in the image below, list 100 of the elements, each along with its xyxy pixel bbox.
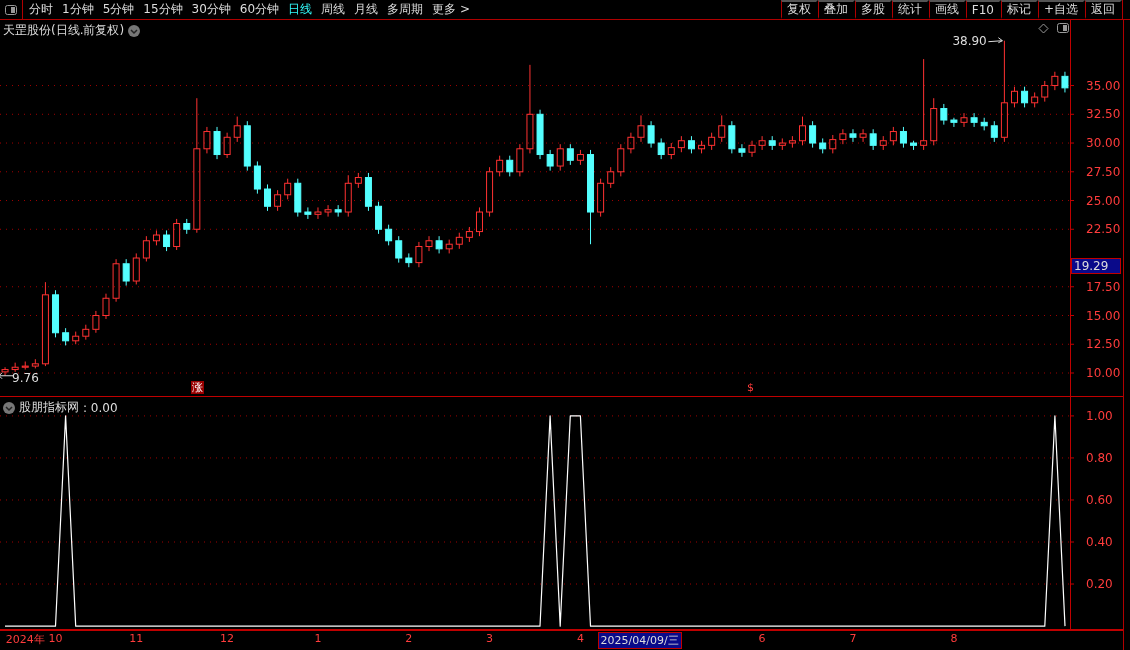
candlestick xyxy=(647,120,655,149)
axis-label: 17.50 xyxy=(1086,279,1121,294)
candlestick xyxy=(223,132,231,159)
candlestick xyxy=(183,218,191,235)
toolbar-button[interactable]: 标记 xyxy=(1000,0,1038,19)
candlestick xyxy=(264,183,271,212)
candlestick xyxy=(940,103,948,126)
period-tab[interactable]: 月线 xyxy=(354,1,379,18)
candlestick xyxy=(687,135,695,154)
candlestick xyxy=(819,137,827,154)
candlestick xyxy=(395,235,403,264)
candlestick xyxy=(1021,86,1029,108)
indicator-title: 股朋指标网 xyxy=(19,399,79,416)
candlestick xyxy=(294,178,302,218)
axis-label: 11 xyxy=(129,632,144,645)
axis-label: 2024年 xyxy=(5,632,45,647)
candlestick xyxy=(960,112,968,128)
period-tab[interactable]: 分时 xyxy=(29,1,53,18)
candlestick xyxy=(708,132,716,151)
axis-label: 0.20 xyxy=(1086,577,1113,592)
axis-label: 0.80 xyxy=(1086,450,1113,465)
period-tab[interactable]: 日线 xyxy=(288,1,313,18)
candlestick xyxy=(274,189,282,212)
chart-title: 天罡股份(日线.前复权) xyxy=(3,22,125,39)
toolbar-button[interactable]: 复权 xyxy=(780,0,818,19)
candlestick xyxy=(829,134,837,154)
candlestick xyxy=(314,206,322,220)
period-tab[interactable]: 周线 xyxy=(321,1,346,18)
candlestick xyxy=(1,366,9,377)
candlestick xyxy=(486,166,494,218)
panel-toggle-icon[interactable] xyxy=(5,4,17,15)
candlestick xyxy=(253,160,261,195)
toolbar-button[interactable]: 统计 xyxy=(891,0,929,19)
candlestick xyxy=(354,172,362,189)
candlestick xyxy=(284,178,292,200)
axis-label: 4 xyxy=(576,632,584,645)
candlestick xyxy=(152,229,160,246)
period-tab[interactable]: 更多 > xyxy=(432,1,470,18)
toolbar-button[interactable]: F10 xyxy=(965,0,1001,19)
chevron-down-icon[interactable] xyxy=(3,401,15,414)
panel-toggle-icon[interactable] xyxy=(1057,23,1069,33)
diamond-icon[interactable] xyxy=(1038,23,1049,34)
candlestick xyxy=(718,114,726,143)
candlestick xyxy=(698,140,706,154)
axis-label: 22.50 xyxy=(1086,222,1121,237)
axis-label: 0.60 xyxy=(1086,492,1113,507)
cursor-date-label: 2025/04/09/三 xyxy=(597,632,682,649)
axis-label: 1 xyxy=(314,632,322,645)
candlestick xyxy=(637,114,645,143)
candlestick xyxy=(950,117,958,128)
candlestick xyxy=(980,117,988,131)
period-tab[interactable]: 多周期 xyxy=(387,1,424,18)
candlestick xyxy=(607,166,615,189)
candlestick xyxy=(163,229,171,252)
candlestick xyxy=(778,137,786,151)
period-tab[interactable]: 1分钟 xyxy=(62,1,94,18)
candlestick xyxy=(536,109,544,160)
toolbar-button[interactable]: 叠加 xyxy=(817,0,855,19)
candlestick xyxy=(1041,80,1049,103)
axis-label: 10 xyxy=(48,632,63,645)
candlestick xyxy=(1011,86,1018,108)
candlestick xyxy=(455,232,463,250)
annotation: 38.90 xyxy=(952,33,987,48)
toolbar-button[interactable]: +自选 xyxy=(1037,0,1085,19)
price-annotation: 9.76 xyxy=(0,370,39,385)
axis-label: 8 xyxy=(950,632,958,645)
candlestick xyxy=(899,126,907,149)
candlestick xyxy=(405,252,413,268)
candlestick xyxy=(476,206,483,237)
candlestick xyxy=(435,235,443,254)
candlestick xyxy=(849,128,857,143)
period-tab[interactable]: 5分钟 xyxy=(102,1,135,18)
candlestick xyxy=(738,143,746,158)
period-tab[interactable]: 60分钟 xyxy=(239,1,280,18)
candlestick xyxy=(788,135,796,149)
candlestick xyxy=(970,112,978,128)
toolbar-button[interactable]: 返回 xyxy=(1085,0,1122,19)
candlestick xyxy=(142,235,150,262)
candlestick xyxy=(546,149,554,172)
axis-label: 27.50 xyxy=(1086,164,1121,179)
candlestick xyxy=(465,226,473,243)
toolbar-button[interactable]: 画线 xyxy=(928,0,966,19)
axis-label: 1.00 xyxy=(1086,408,1113,423)
candlestick xyxy=(213,126,221,160)
candlestick xyxy=(445,239,453,254)
candlestick xyxy=(385,224,393,246)
candlestick xyxy=(990,120,998,143)
candlestick xyxy=(334,204,342,218)
candlestick xyxy=(869,128,877,151)
candlestick xyxy=(667,142,675,160)
candlestick xyxy=(1031,91,1039,108)
period-tab[interactable]: 30分钟 xyxy=(191,1,231,18)
period-tab[interactable]: 15分钟 xyxy=(143,1,183,18)
axis-label: 12.50 xyxy=(1086,337,1121,352)
candlestick xyxy=(233,116,241,143)
candlestick xyxy=(728,120,736,154)
chevron-down-icon[interactable] xyxy=(128,24,141,37)
toolbar-button[interactable]: 多股 xyxy=(854,0,892,19)
candlestick xyxy=(375,201,383,235)
candlestick xyxy=(1061,71,1069,93)
